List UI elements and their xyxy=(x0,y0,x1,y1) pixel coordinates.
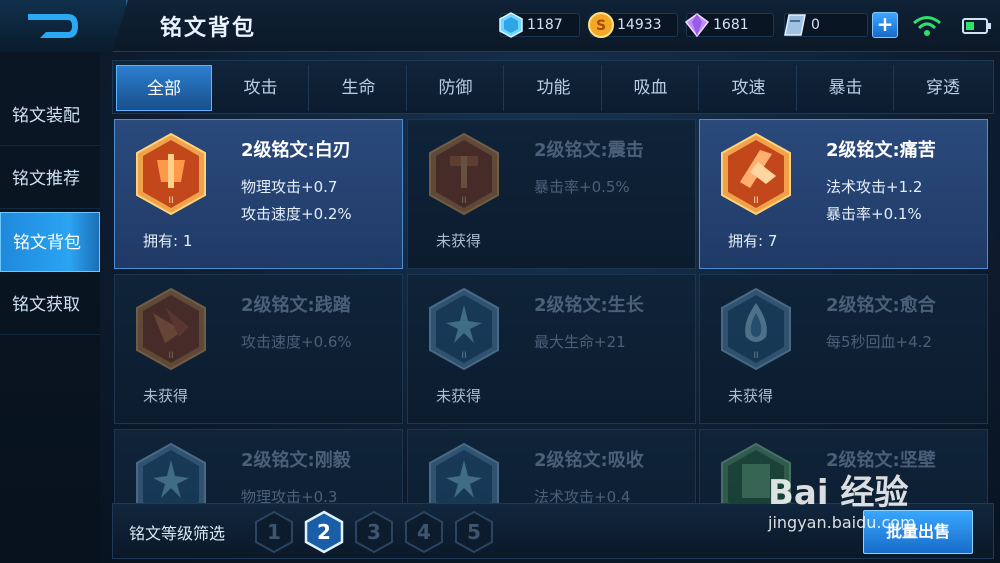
tab-attack-speed[interactable]: 攻速 xyxy=(701,65,797,111)
inscription-name: 2级铭文:白刃 xyxy=(241,140,351,161)
inscription-blue-emblem-icon xyxy=(429,442,499,503)
inscription-name: 2级铭文:践踏 xyxy=(241,295,351,316)
inscription-stat: 暴击率+0.1% xyxy=(826,205,922,223)
tab-health[interactable]: 生命 xyxy=(311,65,407,111)
inscription-blue-emblem-icon: II xyxy=(429,287,499,371)
page-title: 铭文背包 xyxy=(160,16,257,41)
tab-penetration[interactable]: 穿透 xyxy=(895,65,991,111)
inscription-red-emblem-icon: II xyxy=(136,287,206,371)
svg-text:II: II xyxy=(753,196,758,206)
coupon-icon xyxy=(784,14,806,36)
diamond-amount: 1187 xyxy=(527,17,563,33)
svg-text:II: II xyxy=(461,196,466,206)
inscription-name: 2级铭文:吸收 xyxy=(534,450,644,471)
inscription-card-shengzhang[interactable]: II 2级铭文:生长 最大生命+21 未获得 xyxy=(407,274,696,424)
inscription-name: 2级铭文:震击 xyxy=(534,140,644,161)
inscription-card-zhenji[interactable]: II 2级铭文:震击 暴击率+0.5% 未获得 xyxy=(407,119,696,269)
tab-attack[interactable]: 攻击 xyxy=(213,65,309,111)
level-filter-4[interactable]: 4 xyxy=(403,510,445,554)
diamond-currency: 1187 xyxy=(499,12,580,38)
sidebar-item-label: 铭文推荐 xyxy=(12,169,80,189)
batch-sell-button[interactable]: 批量出售 xyxy=(863,510,973,554)
inscription-stat: 最大生命+21 xyxy=(534,333,626,351)
inscription-stat: 攻击速度+0.2% xyxy=(241,205,352,223)
sidebar-item-label: 铭文背包 xyxy=(13,233,81,253)
svg-text:II: II xyxy=(753,351,758,361)
back-arrow-icon xyxy=(28,14,78,38)
level-filter-3[interactable]: 3 xyxy=(353,510,395,554)
sidebar-item-equip[interactable]: 铭文装配 xyxy=(0,86,100,146)
coupon-amount: 0 xyxy=(811,17,820,33)
inscription-stat: 法术攻击+0.4 xyxy=(534,488,631,503)
tab-lifesteal[interactable]: 吸血 xyxy=(603,65,699,111)
level-filter-label: 铭文等级筛选 xyxy=(129,524,226,543)
sidebar-item-label: 铭文装配 xyxy=(12,106,80,126)
level-filter-bar: 铭文等级筛选 1 2 3 4 5 批量出售 xyxy=(112,503,994,559)
inscription-card-tongku[interactable]: II 2级铭文:痛苦 法术攻击+1.2 暴击率+0.1% 拥有: 7 xyxy=(699,119,988,269)
svg-text:II: II xyxy=(168,351,173,361)
back-button[interactable] xyxy=(0,0,128,52)
inscription-name: 2级铭文:坚壁 xyxy=(826,450,936,471)
tab-utility[interactable]: 功能 xyxy=(506,65,602,111)
sidebar-item-recommend[interactable]: 铭文推荐 xyxy=(0,149,100,209)
gold-amount: 14933 xyxy=(617,17,662,33)
category-tabs: 全部 攻击 生命 防御 功能 吸血 攻速 暴击 穿透 xyxy=(112,60,994,114)
inscription-card-baiyan[interactable]: II 2级铭文:白刃 物理攻击+0.7 攻击速度+0.2% 拥有: 1 xyxy=(114,119,403,269)
sidebar-item-label: 铭文获取 xyxy=(12,295,80,315)
level-filter-5[interactable]: 5 xyxy=(453,510,495,554)
inscription-name: 2级铭文:愈合 xyxy=(826,295,936,316)
level-filter-1[interactable]: 1 xyxy=(253,510,295,554)
owned-count: 拥有: 1 xyxy=(143,232,193,250)
coupon-currency: 0 xyxy=(784,13,868,37)
level-filter-2[interactable]: 2 xyxy=(303,510,345,554)
inscription-name: 2级铭文:刚毅 xyxy=(241,450,351,471)
battery-icon xyxy=(962,18,991,34)
inscription-green-emblem-icon xyxy=(721,442,791,503)
inscription-blue-emblem-icon xyxy=(136,442,206,503)
inscription-stat: 物理攻击+0.3 xyxy=(241,488,338,503)
inscription-stat: 攻击速度+0.6% xyxy=(241,333,352,351)
inscription-card-gangyi[interactable]: 2级铭文:刚毅 物理攻击+0.3 xyxy=(114,429,403,503)
sidebar-item-obtain[interactable]: 铭文获取 xyxy=(0,275,100,335)
svg-text:II: II xyxy=(168,196,173,206)
tab-crit[interactable]: 暴击 xyxy=(798,65,894,111)
purple-gem-icon xyxy=(684,13,710,38)
inscription-stat: 暴击率+0.5% xyxy=(534,178,630,196)
not-obtained-label: 未获得 xyxy=(436,232,482,250)
gold-coin-icon: S xyxy=(588,12,614,38)
inscription-card-yuhe[interactable]: II 2级铭文:愈合 每5秒回血+4.2 未获得 xyxy=(699,274,988,424)
gold-currency: S 14933 xyxy=(588,12,678,38)
inscription-stat: 每5秒回血+4.2 xyxy=(826,333,932,351)
sidebar: 铭文装配 铭文推荐 铭文背包 铭文获取 xyxy=(0,52,100,563)
tab-defense[interactable]: 防御 xyxy=(408,65,504,111)
inscription-name: 2级铭文:生长 xyxy=(534,295,644,316)
not-obtained-label: 未获得 xyxy=(143,387,189,405)
inscription-card-jianta[interactable]: II 2级铭文:践踏 攻击速度+0.6% 未获得 xyxy=(114,274,403,424)
inscription-name: 2级铭文:痛苦 xyxy=(826,140,936,161)
inscription-red-emblem-icon: II xyxy=(721,132,791,216)
inscription-card-jianbi[interactable]: 2级铭文:坚壁 xyxy=(699,429,988,503)
inscription-card-xishou[interactable]: 2级铭文:吸收 法术攻击+0.4 xyxy=(407,429,696,503)
sidebar-item-bag[interactable]: 铭文背包 xyxy=(0,212,100,272)
inscription-red-emblem-icon: II xyxy=(136,132,206,216)
inscription-grid: II 2级铭文:白刃 物理攻击+0.7 攻击速度+0.2% 拥有: 1 II 2… xyxy=(114,119,994,503)
inscription-blue-emblem-icon: II xyxy=(721,287,791,371)
top-bar: 铭文背包 1187 S 14933 1681 0 + xyxy=(0,0,1000,52)
gem-currency: 1681 xyxy=(684,13,774,38)
diamond-crystal-icon xyxy=(499,12,523,38)
inscription-stat: 法术攻击+1.2 xyxy=(826,178,923,196)
add-currency-button[interactable]: + xyxy=(872,12,898,38)
svg-text:II: II xyxy=(461,351,466,361)
inscription-stat: 物理攻击+0.7 xyxy=(241,178,338,196)
inscription-red-emblem-icon: II xyxy=(429,132,499,216)
wifi-icon xyxy=(913,16,941,36)
owned-count: 拥有: 7 xyxy=(728,232,778,250)
svg-text:S: S xyxy=(596,18,606,34)
not-obtained-label: 未获得 xyxy=(436,387,482,405)
gem-amount: 1681 xyxy=(713,17,749,33)
not-obtained-label: 未获得 xyxy=(728,387,774,405)
tab-all[interactable]: 全部 xyxy=(116,65,212,111)
